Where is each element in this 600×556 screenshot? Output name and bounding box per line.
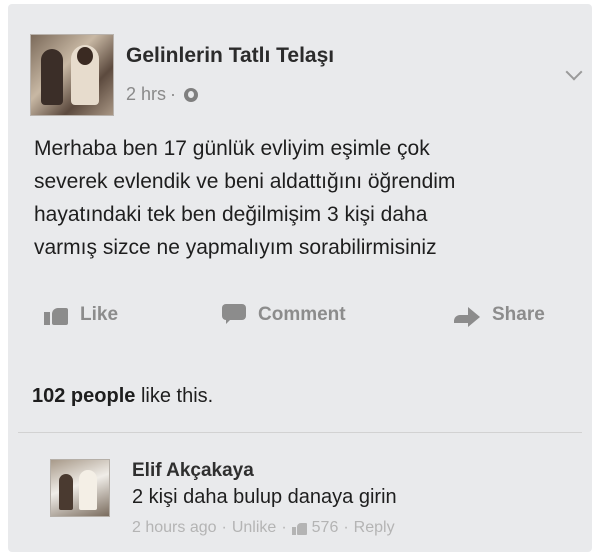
commenter-avatar[interactable] xyxy=(50,459,110,517)
likes-suffix: like this. xyxy=(135,385,214,407)
thumbs-up-icon xyxy=(291,522,307,535)
comment-meta: 2 hours ago · Unlike · 576 · Reply xyxy=(132,519,395,537)
chevron-down-icon[interactable] xyxy=(565,63,583,81)
likes-summary[interactable]: 102 people like this. xyxy=(32,385,213,408)
post-actions-bar: Like Comment Share xyxy=(8,304,592,340)
like-button[interactable]: Like xyxy=(44,304,118,326)
reply-link[interactable]: Reply xyxy=(354,519,395,537)
like-label: Like xyxy=(80,304,119,325)
avatar-figure xyxy=(41,49,63,105)
meta-separator: · xyxy=(170,84,177,104)
avatar-figure xyxy=(59,474,73,510)
comment-like-count[interactable]: 576 xyxy=(312,519,339,537)
facebook-post-screen: Gelinlerin Tatlı Telaşı 2 hrs · Merhaba … xyxy=(8,4,592,552)
avatar-figure xyxy=(71,45,99,105)
comment-text: 2 kişi daha bulup danaya girin xyxy=(132,486,397,508)
comment-icon xyxy=(222,304,246,326)
globe-icon xyxy=(184,87,199,102)
share-label: Share xyxy=(492,304,545,325)
unlike-link[interactable]: Unlike xyxy=(232,519,276,537)
page-name-link[interactable]: Gelinlerin Tatlı Telaşı xyxy=(126,44,334,68)
meta-separator: · xyxy=(221,519,227,536)
meta-separator: · xyxy=(343,519,349,536)
likes-count: 102 people xyxy=(32,385,136,407)
comment-time[interactable]: 2 hours ago xyxy=(132,519,217,537)
avatar-figure xyxy=(79,470,97,510)
commenter-name[interactable]: Elif Akçakaya xyxy=(132,460,254,482)
comment-label: Comment xyxy=(258,304,346,325)
post-meta: 2 hrs · xyxy=(126,84,199,105)
thumbs-up-icon xyxy=(44,305,68,325)
page-avatar[interactable] xyxy=(30,34,114,116)
divider xyxy=(18,432,582,433)
share-button[interactable]: Share xyxy=(454,304,545,327)
post-text: Merhaba ben 17 günlük evliyim eşimle çok… xyxy=(34,137,456,259)
comment-button[interactable]: Comment xyxy=(222,304,346,326)
share-icon xyxy=(454,305,480,327)
post-time[interactable]: 2 hrs xyxy=(126,84,166,105)
meta-separator: · xyxy=(281,519,287,536)
